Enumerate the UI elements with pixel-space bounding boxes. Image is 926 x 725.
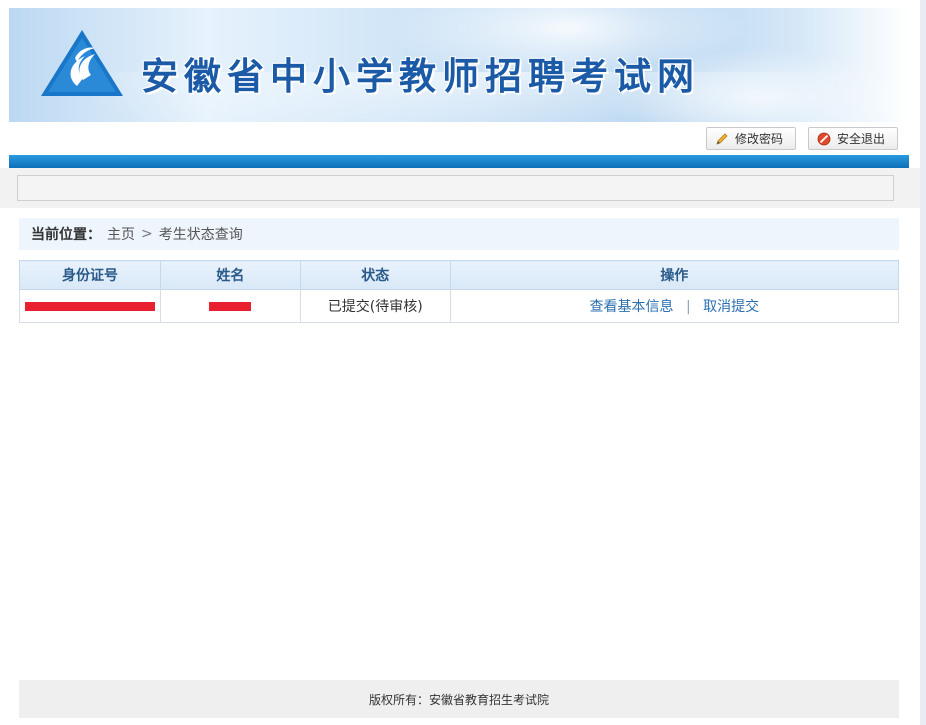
no-entry-icon [817, 132, 831, 145]
cell-name [159, 289, 301, 323]
cell-id-number [19, 289, 161, 323]
breadcrumb: 当前位置： 主页 > 考生状态查询 [19, 218, 899, 250]
table-header-row: 身份证号 姓名 状态 操作 [19, 260, 900, 290]
change-password-label: 修改密码 [735, 132, 784, 146]
breadcrumb-separator: > [141, 226, 153, 242]
breadcrumb-home-link[interactable]: 主页 [107, 224, 135, 244]
logout-label: 安全退出 [837, 132, 886, 146]
view-basic-info-link[interactable]: 查看基本信息 [590, 299, 674, 315]
logout-button[interactable]: 安全退出 [808, 127, 898, 150]
change-password-button[interactable]: 修改密码 [706, 127, 796, 150]
cell-actions: 查看基本信息 | 取消提交 [449, 289, 900, 323]
breadcrumb-current: 考生状态查询 [158, 227, 243, 243]
sub-nav-bar [17, 175, 894, 201]
footer: 版权所有：安徽省教育招生考试院 [19, 680, 899, 718]
window-edge [920, 0, 926, 725]
site-banner: 安徽省中小学教师招聘考试网 [9, 8, 909, 122]
copyright-text: 版权所有：安徽省教育招生考试院 [368, 692, 549, 707]
candidate-status-table: 身份证号 姓名 状态 操作 已提交(待审核) 查看基本信息 | 取消提交 [19, 260, 900, 323]
cell-status: 已提交(待审核) [299, 289, 451, 323]
table-row: 已提交(待审核) 查看基本信息 | 取消提交 [19, 289, 900, 323]
header-status: 状态 [299, 260, 451, 290]
redacted-name [209, 301, 252, 311]
site-logo-icon [41, 30, 123, 96]
pencil-icon [716, 132, 728, 145]
action-separator: | [685, 299, 691, 315]
site-title: 安徽省中小学教师招聘考试网 [141, 54, 700, 98]
main-nav-bar [9, 155, 909, 168]
breadcrumb-label: 当前位置： [31, 227, 101, 243]
redacted-id-number [24, 301, 155, 311]
header-name: 姓名 [159, 260, 301, 290]
cancel-submission-link[interactable]: 取消提交 [703, 299, 759, 315]
header-actions: 操作 [449, 260, 900, 290]
header-id-number: 身份证号 [19, 260, 161, 290]
